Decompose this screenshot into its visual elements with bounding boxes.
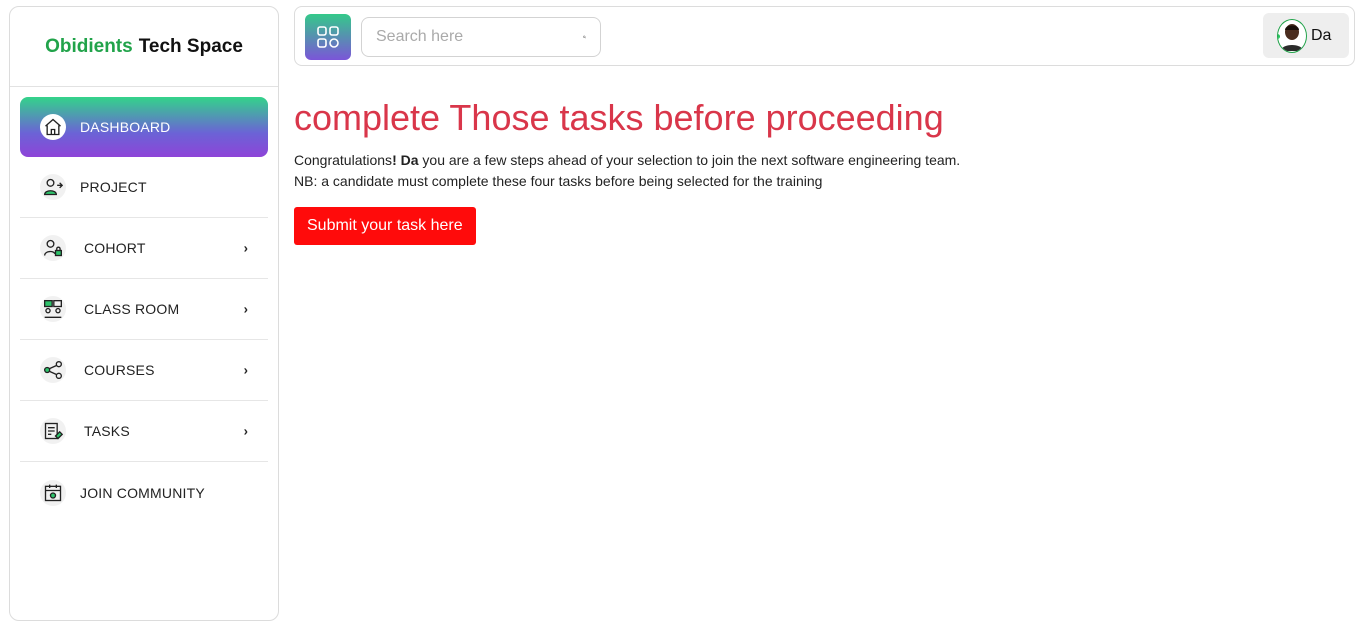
brand-name-part2: Tech Space (138, 35, 243, 57)
congrats-prefix: Congratulations (294, 152, 393, 168)
sidebar-item-label: DASHBOARD (80, 119, 171, 135)
calendar-community-icon (40, 479, 66, 506)
sidebar-item-label: TASKS (84, 423, 130, 439)
sidebar-item-courses[interactable]: COURSES › (20, 340, 268, 401)
brand-name-part1: Obidients (45, 35, 133, 57)
sidebar-item-dashboard[interactable]: DASHBOARD (20, 97, 268, 157)
sidebar-item-cohort[interactable]: COHORT › (20, 218, 268, 279)
sidebar-item-label: CLASS ROOM (84, 301, 180, 317)
congrats-suffix: you are a few steps ahead of your select… (418, 152, 961, 168)
chevron-right-icon: › (243, 240, 248, 256)
search-icon[interactable] (583, 28, 586, 46)
chevron-right-icon: › (243, 423, 248, 439)
top-bar: Da (294, 6, 1355, 66)
submit-task-button[interactable]: Submit your task here (294, 207, 476, 245)
sidebar-item-label: COURSES (84, 362, 155, 378)
congrats-name: Da (400, 152, 419, 168)
chevron-right-icon: › (243, 362, 248, 378)
online-status-dot (1278, 33, 1280, 39)
app-grid-button[interactable] (305, 14, 351, 60)
sidebar: Obidients Tech Space DASHBOARD PROJECT C… (9, 6, 279, 621)
avatar (1277, 18, 1307, 53)
sidebar-item-join-community[interactable]: JOIN COMMUNITY (20, 462, 268, 523)
task-list-icon (40, 418, 66, 444)
sidebar-item-class-room[interactable]: CLASS ROOM › (20, 279, 268, 340)
brand-logo[interactable]: Obidients Tech Space (10, 7, 278, 87)
grid-icon (317, 26, 339, 48)
user-name: Da (1311, 26, 1332, 44)
user-arrow-icon (40, 174, 66, 200)
congratulations-message: Congratulations! Da you are a few steps … (294, 150, 1294, 171)
user-lock-icon (40, 235, 66, 261)
classroom-icon (40, 296, 66, 322)
search-input[interactable] (376, 28, 583, 46)
sidebar-item-tasks[interactable]: TASKS › (20, 401, 268, 462)
main-content: complete Those tasks before proceeding C… (294, 96, 1294, 245)
share-nodes-icon (40, 357, 66, 383)
sidebar-item-label: PROJECT (80, 179, 147, 195)
search-bar (361, 17, 601, 57)
user-menu[interactable]: Da (1263, 13, 1349, 58)
chevron-right-icon: › (243, 301, 248, 317)
sidebar-item-label: JOIN COMMUNITY (80, 484, 205, 501)
page-title: complete Those tasks before proceeding (294, 97, 944, 138)
home-icon (40, 114, 66, 140)
sidebar-item-label: COHORT (84, 240, 146, 256)
sidebar-item-project[interactable]: PROJECT (20, 157, 268, 218)
sidebar-menu: DASHBOARD PROJECT COHORT › CLASS ROOM › … (10, 87, 278, 523)
congrats-bang: ! (392, 152, 397, 168)
note-message: NB: a candidate must complete these four… (294, 173, 823, 189)
